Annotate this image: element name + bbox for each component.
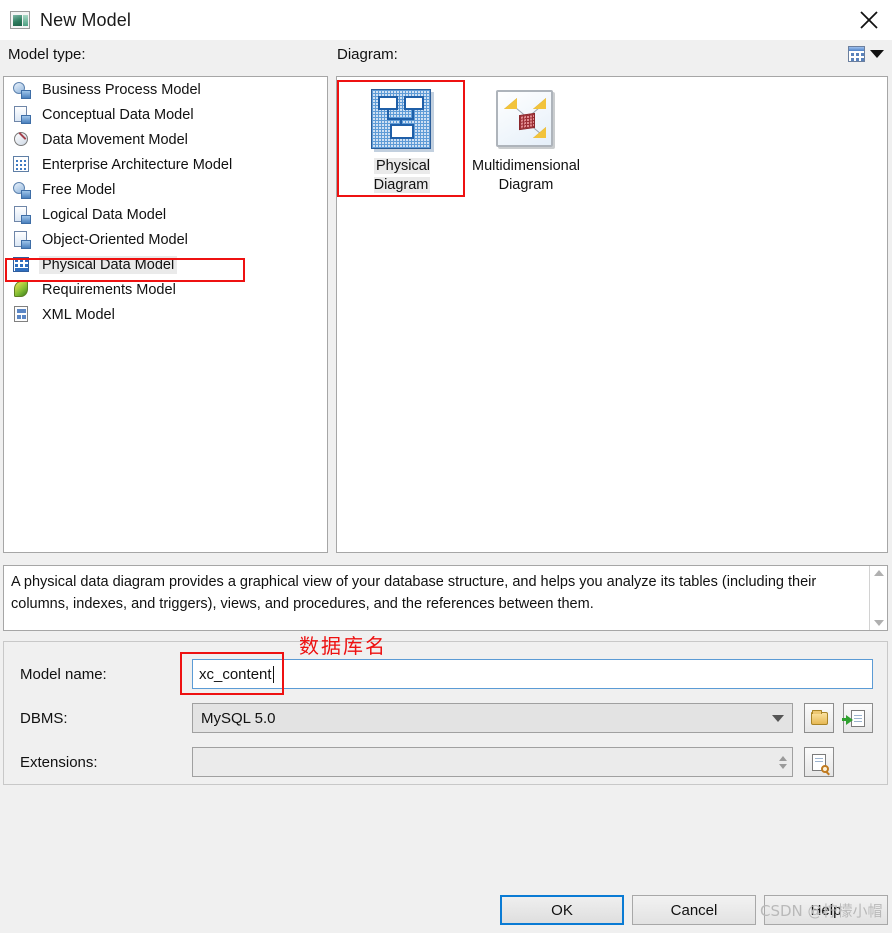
xml-model-icon — [12, 305, 31, 324]
physical-data-icon — [12, 255, 31, 274]
free-model-icon — [12, 180, 31, 199]
page-arrow-icon — [842, 709, 865, 727]
model-window-icon — [10, 11, 30, 29]
dbms-row: DBMS: MySQL 5.0 — [4, 703, 887, 733]
data-movement-icon — [12, 130, 31, 149]
form-area: Model name: xc_content DBMS: MySQL 5.0 E… — [3, 641, 888, 785]
new-model-dialog: New Model Model type: Diagram: Business … — [0, 0, 892, 933]
multidimensional-diagram-thumb — [493, 87, 559, 153]
logical-data-icon — [12, 205, 31, 224]
footer — [0, 785, 892, 933]
model-type-list[interactable]: Business Process Model Conceptual Data M… — [3, 76, 328, 553]
list-item-label: Enterprise Architecture Model — [42, 156, 233, 173]
dbms-label: DBMS: — [20, 709, 68, 727]
list-item-label: Data Movement Model — [42, 131, 188, 148]
stepper-down-icon[interactable] — [779, 763, 787, 769]
list-item[interactable]: Conceptual Data Model — [4, 102, 327, 127]
extensions-label: Extensions: — [20, 753, 98, 771]
extensions-row: Extensions: — [4, 747, 887, 777]
diagram-item-physical-diagram[interactable]: Physical Diagram — [347, 87, 457, 195]
cancel-button[interactable]: Cancel — [632, 895, 756, 925]
page-title: New Model — [40, 9, 131, 30]
list-item-label: Object-Oriented Model — [42, 231, 188, 248]
stepper-up-icon[interactable] — [779, 755, 787, 761]
dbms-browse-button[interactable] — [804, 703, 834, 733]
title-bar: New Model — [0, 0, 892, 40]
model-name-value: xc_content — [199, 665, 272, 683]
model-name-input[interactable]: xc_content — [192, 659, 873, 689]
list-item-label: XML Model — [42, 306, 115, 323]
list-item[interactable]: Free Model — [4, 177, 327, 202]
description-text: A physical data diagram provides a graph… — [11, 574, 817, 612]
ok-button[interactable]: OK — [500, 895, 624, 925]
dbms-new-button[interactable] — [842, 703, 873, 733]
scroll-up-icon[interactable] — [873, 570, 884, 576]
list-item[interactable]: Object-Oriented Model — [4, 227, 327, 252]
scroll-down-icon[interactable] — [873, 620, 884, 626]
list-item-label: Requirements Model — [42, 281, 176, 298]
diagram-caption: Multidimensional Diagram — [472, 158, 580, 193]
model-name-label: Model name: — [20, 665, 107, 683]
list-item-physical-data-model[interactable]: Physical Data Model — [4, 252, 327, 277]
section-label-row: Model type: Diagram: — [0, 40, 892, 74]
extensions-input[interactable] — [192, 747, 793, 777]
ok-button-label: OK — [551, 901, 573, 919]
folder-icon — [810, 709, 828, 725]
list-item-label: Free Model — [42, 181, 116, 198]
description-scrollbar[interactable] — [869, 566, 887, 630]
chevron-down-icon — [772, 714, 784, 722]
text-cursor — [272, 665, 274, 683]
list-item[interactable]: Requirements Model — [4, 277, 327, 302]
diagram-caption: Physical Diagram — [373, 158, 431, 193]
help-button[interactable]: Help — [764, 895, 888, 925]
dbms-value: MySQL 5.0 — [201, 709, 276, 727]
list-item[interactable]: Business Process Model — [4, 77, 327, 102]
extensions-stepper[interactable] — [779, 755, 787, 769]
grid-view-icon — [848, 46, 865, 62]
help-button-label: Help — [810, 901, 842, 919]
list-item[interactable]: Logical Data Model — [4, 202, 327, 227]
list-item[interactable]: Enterprise Architecture Model — [4, 152, 327, 177]
list-item-label: Physical Data Model — [39, 255, 178, 274]
diagram-panel[interactable]: Physical Diagram Multidimensional Diagra… — [336, 76, 888, 553]
list-item-label: Business Process Model — [42, 81, 201, 98]
description-box: A physical data diagram provides a graph… — [3, 565, 888, 631]
model-name-row: Model name: xc_content — [4, 659, 887, 689]
conceptual-data-icon — [12, 105, 31, 124]
list-item-label: Conceptual Data Model — [42, 106, 194, 123]
close-icon[interactable] — [845, 0, 892, 40]
diagram-item-multidimensional-diagram[interactable]: Multidimensional Diagram — [471, 87, 581, 195]
extensions-browse-button[interactable] — [804, 747, 834, 777]
dbms-select[interactable]: MySQL 5.0 — [192, 703, 793, 733]
physical-diagram-thumb — [369, 87, 435, 153]
list-item[interactable]: XML Model — [4, 302, 327, 327]
requirements-icon — [12, 280, 31, 299]
object-oriented-icon — [12, 230, 31, 249]
business-process-icon — [12, 80, 31, 99]
page-magnifier-icon — [812, 753, 829, 773]
annotation-database-name: 数据库名 — [299, 634, 387, 658]
list-item-label: Logical Data Model — [42, 206, 167, 223]
model-type-label: Model type: — [8, 46, 86, 63]
chevron-down-icon — [870, 50, 884, 58]
view-mode-toggle[interactable] — [848, 46, 884, 62]
enterprise-architecture-icon — [12, 155, 31, 174]
list-item[interactable]: Data Movement Model — [4, 127, 327, 152]
cancel-button-label: Cancel — [670, 901, 718, 919]
diagram-label: Diagram: — [337, 46, 398, 63]
